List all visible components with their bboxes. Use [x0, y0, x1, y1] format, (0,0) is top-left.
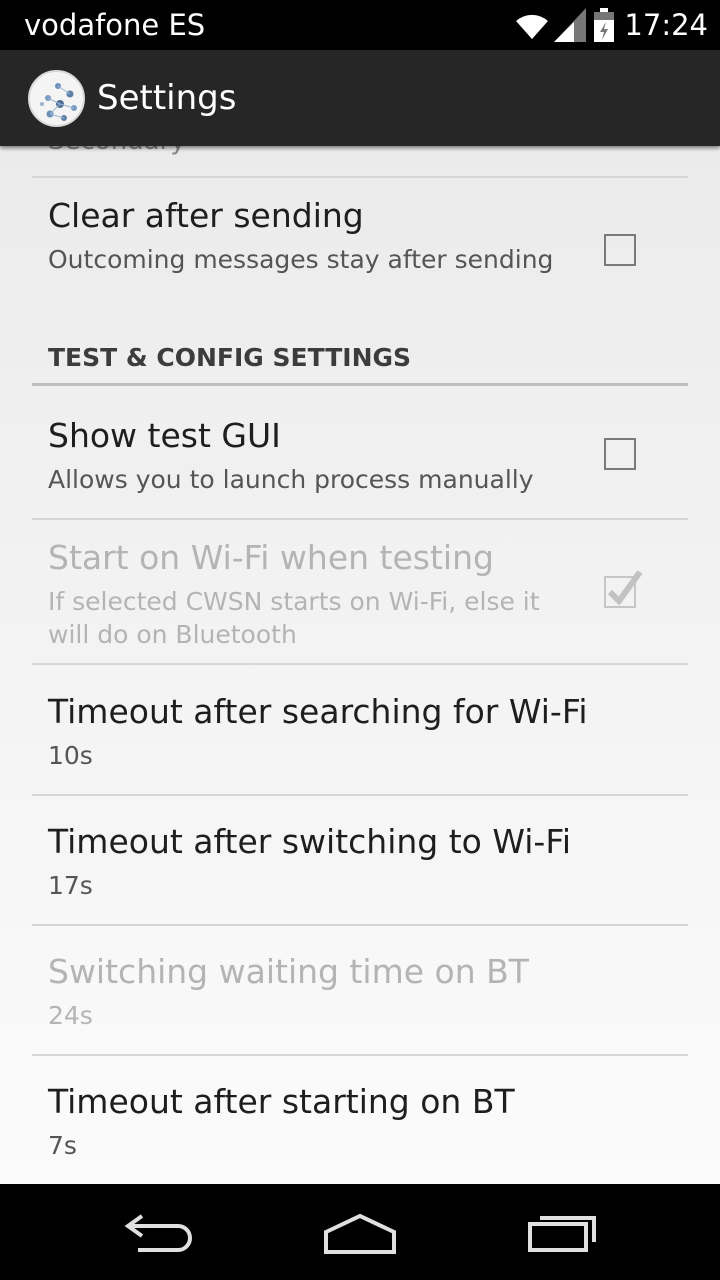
show-test-gui-checkbox[interactable] [604, 438, 636, 470]
pref-title: Timeout after starting on BT [48, 1082, 515, 1121]
start-on-wifi-checkbox [604, 570, 643, 608]
pref-summary: If selected CWSN starts on Wi-Fi, else i… [48, 587, 540, 649]
pref-title: Timeout after searching for Wi-Fi [48, 692, 588, 731]
pref-title: Show test GUI [48, 416, 281, 455]
clock: 17:24 [624, 8, 708, 42]
home-icon[interactable] [322, 1206, 398, 1262]
divider [32, 1054, 688, 1056]
wifi-icon [514, 9, 550, 41]
pref-summary: 10s [48, 741, 93, 770]
pref-summary: 17s [48, 871, 93, 900]
clear-after-sending-checkbox[interactable] [604, 234, 636, 266]
pref-title: Timeout after switching to Wi-Fi [48, 822, 572, 861]
section-header-divider [32, 383, 688, 386]
clipped-item-summary: Secondary [48, 146, 186, 156]
pref-summary: Allows you to launch process manually [48, 465, 534, 494]
pref-title: Start on Wi-Fi when testing [48, 538, 494, 577]
pref-summary: 7s [48, 1131, 77, 1160]
divider [32, 663, 688, 665]
action-bar: Settings [0, 50, 720, 146]
pref-title: Switching waiting time on BT [48, 952, 529, 991]
divider [32, 518, 688, 520]
page-title: Settings [97, 78, 237, 118]
carrier-name: vodafone ES [24, 8, 206, 42]
divider [32, 176, 688, 178]
status-icons: 17:24 [514, 6, 708, 44]
status-bar: vodafone ES 17:24 [0, 0, 720, 50]
recent-apps-icon[interactable] [526, 1206, 602, 1262]
pref-summary: 24s [48, 1001, 93, 1030]
section-header: TEST & CONFIG SETTINGS [48, 343, 412, 372]
checkmark-icon [607, 570, 643, 606]
pref-title: Clear after sending [48, 196, 364, 235]
divider [32, 794, 688, 796]
app-logo-icon[interactable] [28, 70, 85, 127]
battery-icon [594, 8, 615, 42]
back-icon[interactable] [122, 1206, 198, 1262]
signal-icon [554, 8, 587, 42]
divider [32, 924, 688, 926]
pref-summary: Outcoming messages stay after sending [48, 245, 554, 274]
settings-list[interactable]: Secondary Clear after sending Outcoming … [0, 146, 720, 1184]
navigation-bar [0, 1184, 720, 1280]
